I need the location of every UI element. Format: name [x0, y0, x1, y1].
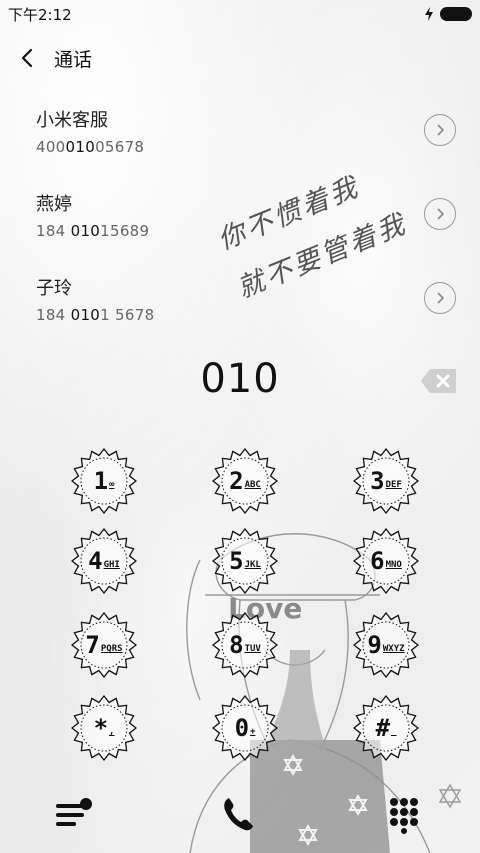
menu-button[interactable]: [52, 792, 96, 836]
key-letters: MNO: [385, 560, 402, 570]
dialpad-toggle-button[interactable]: [382, 792, 426, 836]
key-letters: _: [391, 727, 397, 737]
chevron-right-icon: [437, 208, 445, 220]
chevron-right-icon: [437, 292, 445, 304]
backspace-button[interactable]: [420, 368, 458, 394]
contact-item[interactable]: 燕婷 184 01015689: [36, 190, 456, 250]
dialed-number: 010: [200, 356, 280, 402]
key-letters: WXYZ: [382, 644, 405, 654]
dial-key-4[interactable]: 5 JKL: [212, 528, 278, 594]
contact-name: 子玲: [36, 278, 72, 299]
key-letters: JKL: [244, 560, 261, 570]
key-digit: 7: [85, 631, 100, 659]
key-label: 0 +: [212, 695, 278, 761]
contact-detail-button[interactable]: [424, 198, 456, 230]
key-letters: TUV: [244, 644, 261, 654]
key-label: 9 WXYZ: [353, 612, 419, 678]
page-title: 通话: [54, 48, 93, 71]
dial-key-5[interactable]: 6 MNO: [353, 528, 419, 594]
back-button[interactable]: [2, 38, 52, 78]
backspace-icon: [421, 369, 456, 393]
key-letters: ∞: [109, 480, 115, 490]
contact-name: 小米客服: [36, 110, 108, 131]
dialpad-icon: [390, 798, 418, 834]
key-letters: +: [250, 727, 256, 737]
contact-number: 184 01015689: [36, 222, 150, 240]
key-digit: #: [375, 714, 391, 742]
dial-key-11[interactable]: # _: [353, 695, 419, 761]
battery-icon: [440, 7, 472, 21]
call-button[interactable]: [216, 792, 260, 836]
contact-item[interactable]: 子玲 184 0101 5678: [36, 274, 456, 334]
key-label: 1 ∞: [71, 448, 137, 514]
dial-key-7[interactable]: 8 TUV: [212, 612, 278, 678]
contact-number: 184 0101 5678: [36, 306, 155, 324]
key-label: 6 MNO: [353, 528, 419, 594]
key-digit: 5: [229, 547, 244, 575]
key-label: # _: [353, 695, 419, 761]
key-letters: DEF: [385, 480, 402, 490]
chevron-right-icon: [437, 124, 445, 136]
key-digit: *: [93, 714, 109, 742]
key-digit: 3: [370, 467, 385, 495]
key-letters: ABC: [244, 480, 261, 490]
key-label: 3 DEF: [353, 448, 419, 514]
dial-key-9[interactable]: *,: [71, 695, 137, 761]
key-letters: ,: [109, 727, 115, 737]
status-icons: [424, 7, 472, 21]
header: 通话: [0, 38, 480, 78]
dial-key-10[interactable]: 0 +: [212, 695, 278, 761]
chevron-left-icon: [21, 48, 33, 68]
key-label: 8 TUV: [212, 612, 278, 678]
dial-key-0[interactable]: 1 ∞: [71, 448, 137, 514]
key-label: 4 GHI: [71, 528, 137, 594]
key-label: 5 JKL: [212, 528, 278, 594]
key-letters: GHI: [103, 560, 120, 570]
charging-icon: [425, 7, 433, 21]
status-bar: 下午2:12: [0, 0, 480, 28]
key-digit: 0: [234, 714, 250, 742]
bottom-bar: [0, 780, 480, 853]
key-digit: 6: [370, 547, 385, 575]
phone-icon: [224, 798, 253, 831]
dial-key-1[interactable]: 2 ABC: [212, 448, 278, 514]
contact-detail-button[interactable]: [424, 282, 456, 314]
key-digit: 1: [93, 467, 109, 495]
key-label: 7 PQRS: [71, 612, 137, 678]
contact-detail-button[interactable]: [424, 114, 456, 146]
key-label: *,: [71, 695, 137, 761]
key-label: 2 ABC: [212, 448, 278, 514]
contact-name: 燕婷: [36, 194, 72, 215]
dial-key-3[interactable]: 4 GHI: [71, 528, 137, 594]
dial-key-2[interactable]: 3 DEF: [353, 448, 419, 514]
contact-number: 40001005678: [36, 138, 145, 156]
key-digit: 9: [367, 631, 382, 659]
key-letters: PQRS: [100, 644, 123, 654]
dial-key-6[interactable]: 7 PQRS: [71, 612, 137, 678]
contact-item[interactable]: 小米客服 40001005678: [36, 106, 456, 166]
key-digit: 2: [229, 467, 244, 495]
menu-icon: [56, 798, 92, 826]
key-digit: 4: [88, 547, 103, 575]
status-time: 下午2:12: [8, 5, 72, 24]
dial-key-8[interactable]: 9 WXYZ: [353, 612, 419, 678]
key-digit: 8: [229, 631, 244, 659]
